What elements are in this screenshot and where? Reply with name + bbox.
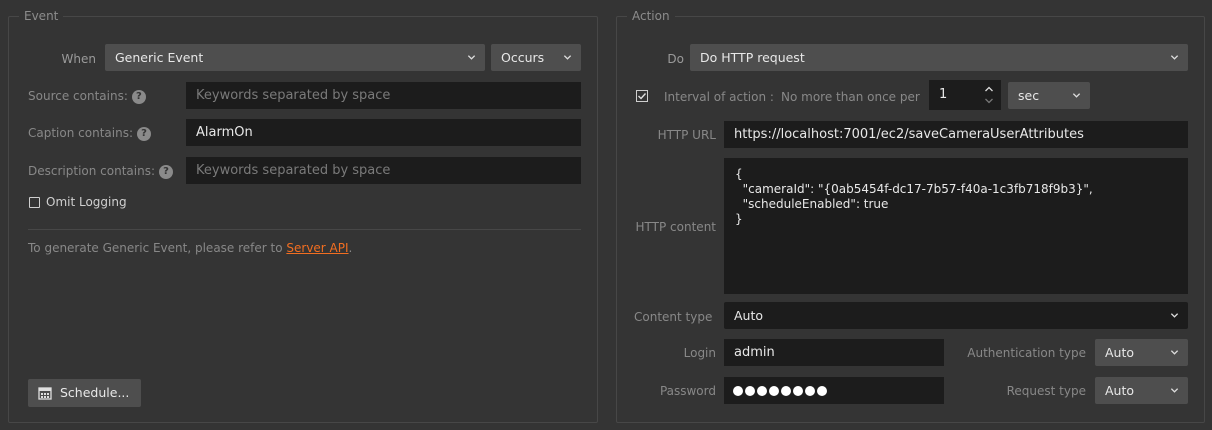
help-icon[interactable]: ? — [159, 164, 173, 179]
event-type-value: Generic Event — [115, 50, 204, 65]
caption-input[interactable]: AlarmOn — [186, 119, 581, 146]
help-icon[interactable]: ? — [137, 126, 151, 141]
chevron-down-icon — [1170, 350, 1179, 355]
event-legend: Event — [19, 9, 64, 23]
caption-label: Caption contains:? — [28, 120, 151, 146]
calendar-icon — [38, 387, 52, 400]
chevron-down-icon — [1170, 55, 1179, 60]
content-type-label: Content type — [634, 310, 713, 324]
http-url-label: HTTP URL — [657, 128, 716, 142]
action-legend: Action — [627, 9, 675, 23]
occurs-value: Occurs — [501, 50, 545, 65]
request-type-combo[interactable]: Auto — [1095, 377, 1188, 404]
source-input[interactable]: Keywords separated by space — [186, 82, 581, 109]
interval-text: No more than once per — [781, 90, 920, 104]
content-type-value: Auto — [734, 308, 764, 323]
interval-spinbox[interactable]: 1 — [929, 80, 1001, 110]
chevron-down-icon — [1170, 313, 1179, 318]
description-input[interactable]: Keywords separated by space — [186, 157, 581, 184]
interval-value: 1 — [939, 87, 948, 102]
spin-arrows-icon[interactable] — [984, 83, 994, 107]
interval-unit-combo[interactable]: sec — [1008, 82, 1090, 109]
interval-unit-value: sec — [1018, 88, 1040, 103]
request-type-label: Request type — [1006, 384, 1086, 398]
generic-event-hint: To generate Generic Event, please refer … — [28, 241, 353, 255]
content-type-combo[interactable]: Auto — [724, 302, 1188, 329]
request-type-value: Auto — [1105, 383, 1135, 398]
interval-label: Interval of action : — [664, 90, 774, 104]
checkbox-checked-icon[interactable] — [636, 90, 648, 102]
source-label: Source contains:? — [28, 83, 146, 109]
auth-type-value: Auto — [1105, 345, 1135, 360]
chevron-down-icon — [1072, 93, 1081, 98]
login-label: Login — [683, 346, 716, 360]
event-type-combo[interactable]: Generic Event — [105, 44, 485, 71]
description-label: Description contains:? — [28, 158, 173, 184]
when-label: When — [61, 52, 96, 66]
event-group: Event — [8, 9, 598, 423]
chevron-down-icon — [467, 55, 476, 60]
http-url-input[interactable]: https://localhost:7001/ec2/saveCameraUse… — [724, 121, 1188, 148]
password-mask — [733, 386, 827, 396]
occurs-combo[interactable]: Occurs — [491, 44, 581, 71]
schedule-button[interactable]: Schedule... — [28, 379, 142, 407]
chevron-down-icon — [563, 55, 572, 60]
password-input[interactable] — [724, 377, 944, 404]
event-divider — [28, 229, 581, 230]
action-type-value: Do HTTP request — [700, 50, 805, 65]
help-icon[interactable]: ? — [131, 89, 146, 104]
login-input[interactable]: admin — [724, 339, 944, 366]
http-content-textarea[interactable]: { "cameraId": "{0ab5454f-dc17-7b57-f40a-… — [724, 158, 1188, 294]
server-api-link[interactable]: Server API — [286, 241, 348, 255]
password-label: Password — [659, 384, 716, 398]
schedule-button-label: Schedule... — [60, 385, 130, 400]
http-content-label: HTTP content — [635, 220, 716, 234]
do-label: Do — [667, 52, 684, 66]
chevron-down-icon — [1170, 388, 1179, 393]
auth-type-combo[interactable]: Auto — [1095, 339, 1188, 366]
omit-logging-label: Omit Logging — [46, 195, 127, 209]
auth-type-label: Authentication type — [967, 346, 1086, 360]
omit-logging-checkbox[interactable] — [29, 197, 40, 208]
action-type-combo[interactable]: Do HTTP request — [690, 44, 1188, 71]
